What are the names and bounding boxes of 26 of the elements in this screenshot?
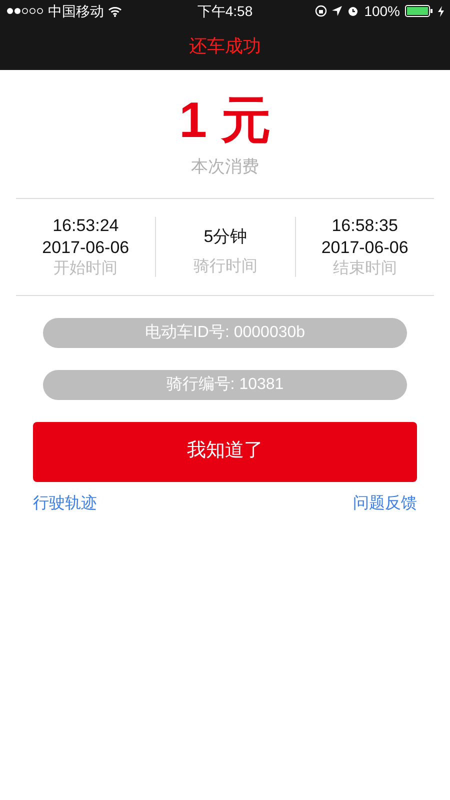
rotation-lock-icon: [315, 5, 328, 17]
page-title: 还车成功: [189, 34, 261, 58]
text-link[interactable]: 行驶轨迹: [33, 492, 97, 516]
carrier-name: 中国移动: [48, 2, 104, 20]
info-pill: 骑行编号: 10381: [43, 370, 407, 400]
stat-value: 16:58:35: [332, 214, 398, 236]
confirm-button[interactable]: 我知道了: [33, 422, 417, 482]
charging-icon: [438, 6, 444, 16]
battery-icon: [405, 5, 433, 17]
stat-value: 2017-06-06: [321, 236, 408, 258]
stat-value: 16:53:24: [52, 214, 119, 236]
cost-amount: 1 元: [179, 91, 271, 150]
status-time: 下午4:58: [196, 2, 254, 20]
stat-value: 5分钟: [204, 226, 248, 248]
battery-percent: 100%: [364, 2, 400, 20]
stat-value: 2017-06-06: [42, 236, 130, 258]
stat-label: 开始时间: [54, 258, 118, 278]
location-icon: [332, 6, 342, 16]
alarm-icon: [347, 5, 360, 17]
info-pill: 电动车ID号: 0000030b: [43, 318, 407, 348]
text-link[interactable]: 问题反馈: [353, 492, 417, 516]
stat-label: 结束时间: [332, 258, 397, 278]
cost-label: 本次消费: [191, 156, 259, 178]
wifi-icon: [108, 6, 122, 16]
signal-icon: [6, 7, 44, 15]
stat-label: 骑行时间: [193, 256, 258, 276]
